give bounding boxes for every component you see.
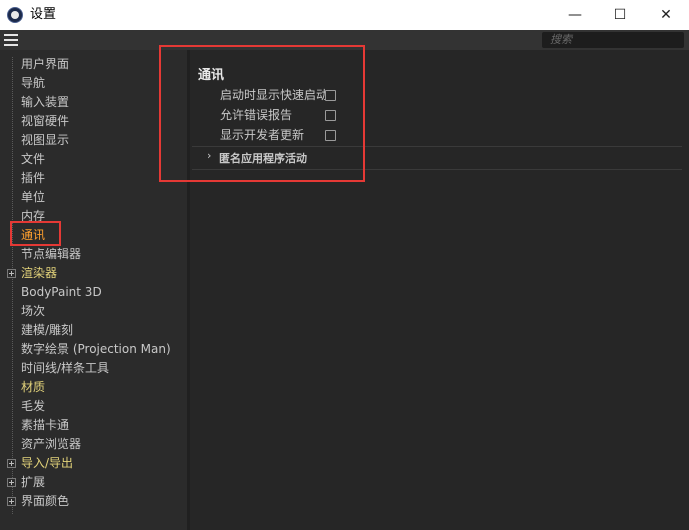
sidebar-item-input-devices[interactable]: 输入装置 <box>21 93 69 112</box>
sidebar-item-node-editor[interactable]: 节点编辑器 <box>21 245 81 264</box>
window-title: 设置 <box>30 7 57 22</box>
expand-interface-colors-icon[interactable] <box>7 497 16 506</box>
sidebar-item-modeling-sculpting[interactable]: 建模/雕刻 <box>21 321 73 340</box>
sidebar-item-navigation[interactable]: 导航 <box>21 74 45 93</box>
sidebar-item-user-interface[interactable]: 用户界面 <box>21 55 69 74</box>
sidebar-item-interface-colors[interactable]: 界面颜色 <box>21 492 69 511</box>
sidebar-item-view-display[interactable]: 视图显示 <box>21 131 69 150</box>
sidebar-item-asset-browser[interactable]: 资产浏览器 <box>21 435 81 454</box>
sidebar-item-plugins[interactable]: 插件 <box>21 169 45 188</box>
expand-import-export-icon[interactable] <box>7 459 16 468</box>
title-bar: 设置 — ☐ ✕ <box>0 0 689 30</box>
sidebar-item-timeline-spline[interactable]: 时间线/样条工具 <box>21 359 109 378</box>
sidebar-item-renderer[interactable]: 渲染器 <box>21 264 57 283</box>
cinema4d-app-icon <box>7 7 23 23</box>
annotation-box-sidebar <box>10 221 61 246</box>
tree-guide-line <box>12 57 13 514</box>
sidebar-item-import-export[interactable]: 导入/导出 <box>21 454 73 473</box>
sidebar-item-viewport-hardware[interactable]: 视窗硬件 <box>21 112 69 131</box>
annotation-box-content <box>159 45 365 182</box>
expand-renderer-icon[interactable] <box>7 269 16 278</box>
maximize-button[interactable]: ☐ <box>597 0 643 30</box>
sidebar-item-files[interactable]: 文件 <box>21 150 45 169</box>
sidebar-item-extensions[interactable]: 扩展 <box>21 473 45 492</box>
close-button[interactable]: ✕ <box>643 0 689 30</box>
hamburger-menu-icon[interactable] <box>4 34 18 46</box>
minimize-button[interactable]: — <box>552 0 598 30</box>
sidebar-item-bodypaint[interactable]: BodyPaint 3D <box>21 283 102 302</box>
sidebar-item-hair[interactable]: 毛发 <box>21 397 45 416</box>
sidebar-item-sketch-toon[interactable]: 素描卡通 <box>21 416 69 435</box>
sidebar-item-units[interactable]: 单位 <box>21 188 45 207</box>
sidebar-item-takes[interactable]: 场次 <box>21 302 45 321</box>
search-input[interactable]: 搜索 <box>542 32 684 48</box>
sidebar-item-materials[interactable]: 材质 <box>21 378 45 397</box>
expand-extensions-icon[interactable] <box>7 478 16 487</box>
sidebar-item-projection-man[interactable]: 数字绘景 (Projection Man) <box>21 340 171 359</box>
